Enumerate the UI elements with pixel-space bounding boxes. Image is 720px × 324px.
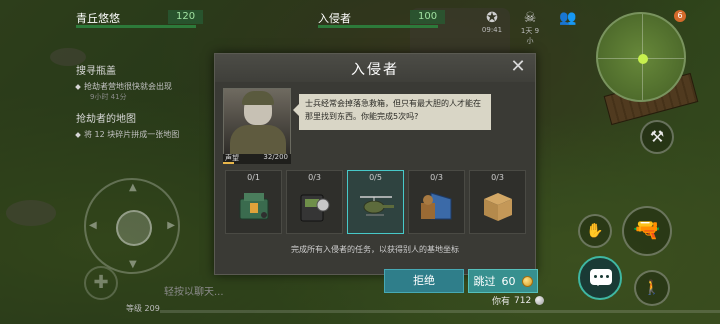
- quest-item[interactable]: 抢劫者的地图 将 12 块碎片拼成一张地图: [75, 110, 180, 140]
- silver-coin-icon: [535, 296, 545, 305]
- helicopter-icon: [360, 196, 394, 216]
- skip-label: 跳过: [473, 275, 496, 288]
- currency-balance: 你有 712: [492, 294, 545, 307]
- task-count: 0/3: [491, 173, 504, 182]
- gear-badge-icon: ✪: [486, 10, 498, 26]
- task-count: 0/5: [369, 173, 382, 182]
- crafting-button[interactable]: ✋: [578, 214, 612, 248]
- quest-item[interactable]: 搜寻瓶盖 抢劫者营地很快就会出现 9小时 41分: [75, 62, 172, 102]
- movement-joystick[interactable]: ▲ ▼ ◀ ▶: [84, 178, 180, 274]
- dog-kennel-icon: [421, 192, 452, 220]
- npc-cap: [242, 91, 274, 105]
- chat-input[interactable]: 轻按以聊天...: [164, 283, 384, 299]
- quest-timer: 9小时 41分: [90, 93, 127, 101]
- enemy-name: 入侵者: [318, 12, 351, 25]
- task-slot[interactable]: 0/3: [286, 170, 343, 234]
- reputation-count: 32/200: [263, 153, 288, 161]
- bullet-icon: [75, 131, 81, 138]
- pistol-icon: 🔫: [633, 218, 661, 243]
- event-timer-text: 09:41: [481, 26, 503, 34]
- skull-event-button[interactable]: ☠ 1天 9小: [518, 10, 542, 45]
- enemy-health-bar: 入侵者 100: [318, 8, 446, 28]
- skip-button[interactable]: 跳过 60: [468, 269, 538, 293]
- arrow-left-icon: ◀: [89, 220, 97, 231]
- arrow-right-icon: ▶: [167, 220, 175, 231]
- task-slot-active[interactable]: 0/5: [347, 170, 404, 234]
- quest-subtitle: 抢劫者营地很快就会出现: [75, 81, 172, 92]
- npc-portrait: [223, 88, 291, 156]
- coin-icon: [521, 275, 533, 287]
- player-name: 青丘悠悠: [76, 12, 120, 25]
- task-count: 0/3: [308, 173, 321, 182]
- sneak-button[interactable]: 🚶: [634, 270, 670, 306]
- player-hp-value: 120: [168, 10, 204, 24]
- event-timer-button[interactable]: ✪ 09:41: [480, 10, 504, 40]
- dialog-hint: 完成所有入侵者的任务，以获得别人的基地坐标: [291, 245, 459, 254]
- crouch-icon: 🚶: [643, 280, 661, 296]
- dialog-title: 入侵者: [351, 62, 399, 78]
- player-level: 等级 209: [126, 304, 160, 313]
- player-hp-track: [76, 25, 196, 28]
- explosive-crate-icon: [239, 193, 269, 220]
- map-notification-badge: 6: [674, 10, 686, 22]
- map-action-button[interactable]: ⚒: [640, 120, 674, 154]
- minimap[interactable]: [596, 12, 686, 102]
- dog-tag-icon: [300, 194, 330, 222]
- bullet-icon: [75, 83, 81, 90]
- task-count: 0/1: [247, 173, 260, 182]
- reputation-bar: 声望 32/200: [223, 153, 291, 164]
- reputation-fill: [223, 162, 234, 164]
- heal-button[interactable]: ✚: [84, 266, 118, 300]
- refuse-button[interactable]: 拒绝: [384, 269, 464, 293]
- arrow-down-icon: ▼: [129, 259, 137, 270]
- enemy-hp-track: [318, 25, 438, 28]
- task-slot[interactable]: 0/3: [469, 170, 526, 234]
- npc-body: [230, 125, 286, 155]
- arrow-up-icon: ▲: [129, 182, 137, 193]
- chat-button[interactable]: [578, 256, 622, 300]
- friends-icon: 👥: [559, 10, 577, 26]
- cardboard-box-icon: [484, 193, 512, 221]
- social-button[interactable]: 👥: [556, 10, 580, 40]
- quest-title: 搜寻瓶盖: [76, 66, 116, 77]
- balance-value: 712: [514, 295, 532, 306]
- attack-button[interactable]: 🔫: [622, 206, 672, 256]
- skull-timer-text: 1天 9小: [520, 27, 540, 45]
- task-slot[interactable]: 0/1: [225, 170, 282, 234]
- close-button[interactable]: ✕: [509, 58, 527, 76]
- balance-label: 你有: [492, 297, 511, 307]
- player-location-marker: [638, 54, 648, 64]
- quest-subtitle-text: 抢劫者营地很快就会出现: [84, 82, 172, 91]
- invader-dialog: 入侵者 ✕ 声望 32/200 士兵经常会掉落急救箱，但只有最大胆的人才能在那里…: [214, 53, 536, 275]
- quest-subtitle-text: 将 12 块碎片拼成一张地图: [84, 130, 180, 139]
- close-icon: ✕: [510, 56, 526, 77]
- task-slot[interactable]: 0/3: [408, 170, 465, 234]
- npc-speech-bubble: 士兵经常会掉落急救箱，但只有最大胆的人才能在那里找到东西。你能完成5次吗?: [293, 94, 491, 130]
- xp-progress-bar: [160, 310, 720, 313]
- player-health-bar: 青丘悠悠 120: [76, 8, 204, 28]
- crossed-tools-icon: ⚒: [649, 127, 665, 146]
- chat-bubble-icon: [590, 269, 612, 286]
- top-icon-row: ✪ 09:41 ☠ 1天 9小 👥: [480, 10, 580, 45]
- joystick-knob[interactable]: [116, 210, 152, 246]
- task-count: 0/3: [430, 173, 443, 182]
- task-list: 0/1 0/3 0/5 0/3 0/3: [225, 170, 527, 234]
- enemy-hp-value: 100: [410, 10, 446, 24]
- skip-cost: 60: [501, 274, 516, 288]
- quest-title: 抢劫者的地图: [76, 114, 136, 125]
- quest-subtitle: 将 12 块碎片拼成一张地图: [75, 129, 180, 140]
- dialog-header: 入侵者 ✕: [215, 54, 535, 82]
- skull-icon: ☠: [523, 10, 537, 26]
- hand-icon: ✋: [586, 223, 604, 239]
